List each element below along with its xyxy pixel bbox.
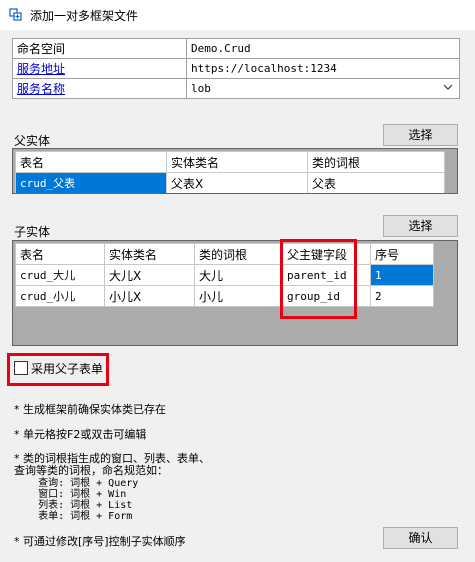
child-grid-header: 表名 实体类名 类的词根 父主键字段 序号 [15, 243, 434, 265]
table-row[interactable]: crud_大儿 大儿X 大儿 parent_id 1 [15, 264, 434, 286]
column-header[interactable]: 实体类名 [104, 243, 195, 265]
child-select-button[interactable]: 选择 [383, 215, 458, 237]
order-cell[interactable]: 2 [370, 285, 434, 307]
entity-class-cell[interactable]: 小儿X [104, 285, 195, 307]
order-cell[interactable]: 1 [370, 264, 434, 286]
child-entity-grid: 表名 实体类名 类的词根 父主键字段 序号 crud_大儿 大儿X 大儿 par… [12, 240, 458, 346]
table-row[interactable]: crud_小儿 小儿X 小儿 group_id 2 [15, 285, 434, 307]
chevron-down-icon[interactable] [443, 82, 453, 92]
note-1: * 生成框架前确保实体类已存在 [14, 403, 166, 416]
add-file-icon [9, 8, 22, 21]
parent-entity-grid: 表名 实体类名 类的词根 crud_父表 父表X 父表 [12, 148, 458, 194]
service-url-link[interactable]: 服务地址 [17, 62, 65, 76]
column-header[interactable]: 序号 [370, 243, 434, 265]
confirm-button[interactable]: 确认 [383, 527, 458, 549]
column-header[interactable]: 类的词根 [307, 151, 445, 173]
class-root-cell[interactable]: 父表 [307, 172, 445, 193]
entity-class-cell[interactable]: 父表X [166, 172, 308, 193]
naming-examples-text: 查询: 词根 + Query 窗口: 词根 + Win 列表: 词根 + Lis… [38, 478, 139, 522]
column-header[interactable]: 类的词根 [194, 243, 283, 265]
service-url-field[interactable]: https://localhost:1234 [186, 58, 460, 79]
class-root-cell[interactable]: 小儿 [194, 285, 283, 307]
parent-child-form-checkbox[interactable] [14, 361, 28, 375]
namespace-row: 命名空间 Demo.Crud [12, 38, 460, 59]
column-header[interactable]: 表名 [15, 151, 167, 173]
child-entity-label: 子实体 [14, 225, 51, 239]
parent-key-highlight-box [280, 239, 357, 319]
table-name-cell[interactable]: crud_父表 [15, 172, 167, 193]
service-name-dropdown[interactable]: lob [186, 78, 460, 99]
parent-select-button[interactable]: 选择 [383, 124, 458, 146]
parent-entity-label: 父实体 [14, 134, 51, 148]
service-url-row: 服务地址 https://localhost:1234 [12, 58, 460, 79]
note-2: * 单元格按F2或双击可编辑 [14, 428, 147, 441]
parent-grid-header: 表名 实体类名 类的词根 [15, 151, 445, 173]
table-name-cell[interactable]: crud_小儿 [15, 285, 105, 307]
service-name-row: 服务名称 lob [12, 78, 460, 99]
table-row[interactable]: crud_父表 父表X 父表 [15, 172, 445, 193]
service-name-value: lob [191, 82, 211, 95]
window-title: 添加一对多框架文件 [30, 9, 139, 23]
parent-child-form-label[interactable]: 采用父子表单 [31, 360, 103, 377]
namespace-field[interactable]: Demo.Crud [186, 38, 460, 59]
property-grid: 命名空间 Demo.Crud 服务地址 https://localhost:12… [12, 38, 460, 99]
column-header[interactable]: 表名 [15, 243, 105, 265]
entity-class-cell[interactable]: 大儿X [104, 264, 195, 286]
note-4: * 可通过修改[序号]控制子实体顺序 [14, 535, 186, 548]
class-root-cell[interactable]: 大儿 [194, 264, 283, 286]
column-header[interactable]: 实体类名 [166, 151, 308, 173]
table-name-cell[interactable]: crud_大儿 [15, 264, 105, 286]
note-3-line-2: 查询等类的词根，命名规范如： [14, 464, 168, 477]
naming-examples: 查询: 词根 + Query 窗口: 词根 + Win 列表: 词根 + Lis… [14, 478, 138, 522]
namespace-label: 命名空间 [12, 38, 187, 59]
service-name-link[interactable]: 服务名称 [17, 82, 65, 96]
title-bar: 添加一对多框架文件 [0, 0, 475, 30]
